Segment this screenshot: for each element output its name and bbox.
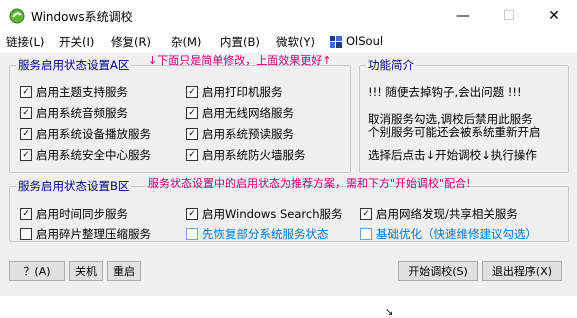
main-panel: 服务启用状态设置A区 ↓下面只是简单修改，上面效果更好↑ ✓ 启用主题支持服务 ✓… [0, 53, 577, 318]
menu-builtin[interactable]: 内置(B) [220, 34, 260, 50]
checkbox-defrag-service[interactable]: 启用碎片整理压缩服务 [20, 226, 151, 242]
checkbox-prefetch-service[interactable]: ✓ 启用系统预读服务 [186, 126, 294, 142]
group-a-note: ↓下面只是简单修改，上面效果更好↑ [148, 54, 332, 67]
app-icon [9, 8, 25, 24]
checkbox-mark: ✓ [20, 208, 32, 220]
checkbox-mark: ✓ [20, 107, 32, 119]
cursor-arrow-icon: ↘ [385, 307, 394, 318]
checkbox-theme-service[interactable]: ✓ 启用主题支持服务 [20, 84, 128, 100]
checkbox-basic-optimization[interactable]: 基础优化（快速维修建议勾选） [360, 226, 537, 242]
shutdown-button[interactable]: 关机 [69, 261, 103, 281]
checkbox-mark: ✓ [20, 86, 32, 98]
checkbox-printer-service[interactable]: ✓ 启用打印机服务 [186, 84, 283, 100]
window-title: Windows系统调校 [31, 10, 133, 24]
checkbox-network-discovery-service[interactable]: ✓ 启用网络发现/共享相关服务 [360, 206, 518, 222]
checkbox-mark: ✓ [186, 208, 198, 220]
menu-link[interactable]: 链接(L) [6, 34, 44, 50]
checkbox-windows-search-service[interactable]: ✓ 启用Windows Search服务 [186, 206, 343, 222]
restart-button[interactable]: 重启 [107, 261, 141, 281]
group-b-note: 服务状态设置中的启用状态为推荐方案，需和下方"开始调校"配合! [148, 177, 471, 190]
checkbox-mark: ✓ [20, 149, 32, 161]
minimize-button[interactable]: — [440, 0, 486, 32]
checkbox-mark: ✓ [186, 86, 198, 98]
help-button[interactable]: ？(A) [9, 261, 65, 281]
group-b-legend: 服务启用状态设置B区 [18, 179, 130, 193]
checkbox-time-sync-service[interactable]: ✓ 启用时间同步服务 [20, 206, 128, 222]
menu-misc[interactable]: 杂(M) [171, 34, 201, 50]
checkbox-firewall-service[interactable]: ✓ 启用系统防火墙服务 [186, 147, 306, 163]
checkbox-audio-service[interactable]: ✓ 启用系统音频服务 [20, 105, 128, 121]
maximize-button[interactable]: ☐ [486, 0, 532, 32]
title-bar[interactable]: Windows系统调校 — ☐ ✕ [0, 0, 577, 32]
checkbox-wireless-service[interactable]: ✓ 启用无线网络服务 [186, 105, 294, 121]
group-a-legend: 服务启用状态设置A区 [18, 58, 130, 72]
intro-line-3: 个别服务可能还会被系统重新开启 [368, 125, 541, 139]
exit-button[interactable]: 退出程序(X) [482, 261, 562, 281]
checkbox-restore-services[interactable]: 先恢复部分系统服务状态 [186, 226, 329, 242]
close-button[interactable]: ✕ [531, 0, 577, 32]
olsoul-icon [330, 36, 342, 48]
checkbox-security-center-service[interactable]: ✓ 启用系统安全中心服务 [20, 147, 151, 163]
menu-switch[interactable]: 开关(I) [59, 34, 94, 50]
checkbox-mark: ✓ [186, 149, 198, 161]
intro-line-1: !!! 随便去掉钩子,会出问题 !!! [368, 85, 522, 99]
checkbox-device-playback-service[interactable]: ✓ 启用系统设备播放服务 [20, 126, 151, 142]
menu-repair[interactable]: 修复(R) [111, 34, 151, 50]
menu-bar: 链接(L) 开关(I) 修复(R) 杂(M) 内置(B) 微软(Y) OlSou… [0, 32, 577, 52]
menu-microsoft[interactable]: 微软(Y) [276, 34, 315, 50]
checkbox-mark: ✓ [360, 208, 372, 220]
menu-olsoul[interactable]: OlSoul [346, 34, 383, 48]
checkbox-mark: ✓ [186, 107, 198, 119]
intro-legend: 功能简介 [368, 58, 414, 72]
checkbox-mark: ✓ [20, 128, 32, 140]
intro-line-4: 选择后点击↓开始调校↓执行操作 [368, 148, 537, 162]
start-tuning-button[interactable]: 开始调校(S) [398, 261, 478, 281]
checkbox-mark: ✓ [186, 128, 198, 140]
